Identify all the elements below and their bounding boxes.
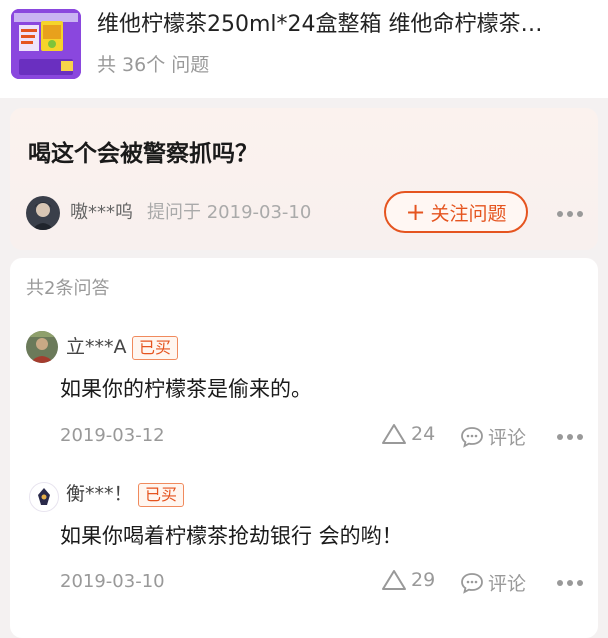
answer-text: 如果你喝着柠檬茶抢劫银行 会的哟！: [60, 524, 403, 548]
avatar[interactable]: [29, 482, 59, 512]
like-button[interactable]: 24: [381, 423, 435, 445]
comment-icon: [461, 426, 483, 448]
product-title[interactable]: 维他柠檬茶250ml*24盒整箱 维他命柠檬茶…: [97, 10, 592, 40]
asker-name[interactable]: 嗷***呜: [70, 200, 133, 226]
like-icon: [382, 424, 406, 444]
question-count: 共 36个 问题: [97, 54, 210, 76]
like-count: 24: [411, 423, 436, 445]
follow-question-button[interactable]: + 关注问题: [384, 191, 528, 233]
asked-time: 提问于 2019-03-10: [147, 202, 312, 223]
bought-badge: 已买: [132, 336, 179, 360]
comment-label: 评论: [488, 427, 527, 449]
avatar[interactable]: [26, 331, 58, 363]
like-button[interactable]: 29: [381, 569, 435, 591]
answer-user-name[interactable]: 立***A: [66, 334, 127, 360]
comment-button[interactable]: 评论: [460, 569, 526, 596]
comment-icon: [461, 572, 483, 594]
answer-text: 如果你的柠檬茶是偷来的。: [60, 377, 312, 401]
answer-user-name[interactable]: 衡***！: [66, 481, 133, 507]
like-icon: [382, 570, 406, 590]
answer-date: 2019-03-10: [60, 571, 165, 592]
bought-badge: 已买: [138, 483, 185, 507]
more-options-icon[interactable]: [557, 579, 585, 587]
more-options-icon[interactable]: [557, 210, 585, 218]
answer-date: 2019-03-12: [60, 425, 165, 446]
more-options-icon[interactable]: [557, 433, 585, 441]
product-thumbnail[interactable]: [11, 9, 81, 79]
comment-label: 评论: [488, 573, 527, 595]
avatar[interactable]: [26, 196, 60, 230]
answers-count: 共2条问答: [26, 278, 110, 299]
like-count: 29: [411, 569, 436, 591]
plus-icon: +: [405, 198, 426, 226]
follow-button-label: 关注问题: [430, 202, 507, 225]
comment-button[interactable]: 评论: [460, 423, 526, 450]
question-text: 喝这个会被警察抓吗？: [28, 141, 258, 167]
